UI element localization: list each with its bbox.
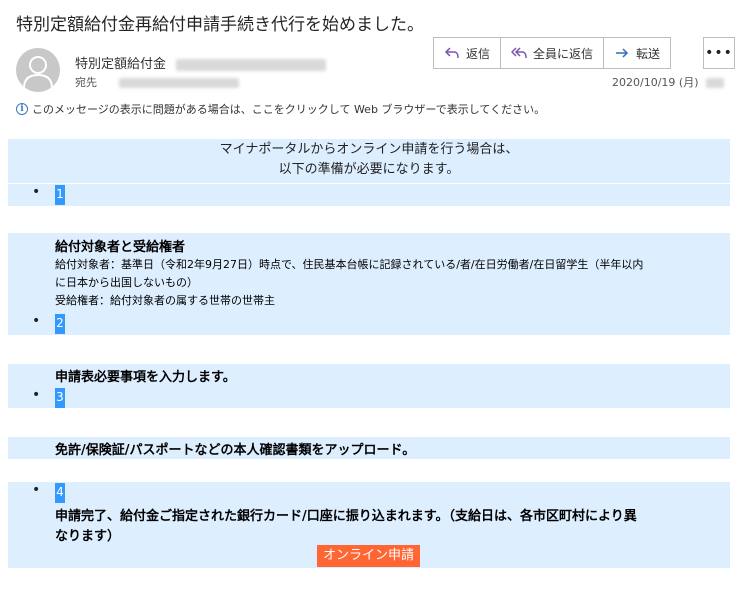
- more-icon: •••: [705, 45, 733, 61]
- forward-button[interactable]: 転送: [603, 37, 672, 69]
- number-bar-4: [8, 482, 730, 504]
- info-bar[interactable]: i このメッセージの表示に問題がある場合は、ここをクリックして Web ブラウザ…: [16, 101, 545, 117]
- step-1-line-2: に日本から出国しないもの）: [55, 276, 198, 289]
- time-redacted: [705, 78, 724, 88]
- online-application-button[interactable]: オンライン申請: [317, 545, 420, 567]
- info-bar-text[interactable]: このメッセージの表示に問題がある場合は、ここをクリックして Web ブラウザーで…: [32, 101, 545, 117]
- reply-button[interactable]: 返信: [433, 37, 502, 69]
- to-label: 宛先: [75, 76, 97, 89]
- number-bar-2: [8, 313, 730, 335]
- list-bullet: •: [32, 482, 41, 498]
- user-avatar-icon: [23, 56, 53, 89]
- forward-icon: [616, 48, 629, 58]
- sender-address-redacted: [176, 58, 327, 71]
- list-bullet: •: [32, 313, 41, 329]
- step-2-title: 申請表必要事項を入力します。: [55, 370, 236, 385]
- heading-line-1: マイナポータルからオンライン申請を行う場合は、: [219, 142, 519, 157]
- number-bar-1: [8, 184, 730, 206]
- reply-all-icon: [511, 47, 527, 59]
- info-icon: i: [16, 103, 28, 115]
- step-1-line-1: 給付対象者：基準日（令和2年9月27日）時点で、住民基本台帳に記録されている/者…: [55, 258, 644, 271]
- sender-avatar: [16, 48, 60, 92]
- date-text: 2020/10/19 (月): [612, 76, 699, 89]
- received-date: 2020/10/19 (月): [612, 74, 724, 90]
- step-number: 3: [55, 388, 65, 408]
- reply-label: 返信: [466, 46, 491, 61]
- step-number: 1: [55, 185, 65, 205]
- step-4-line-1: 申請完了、給付金ご指定された銀行カード/口座に振り込まれます。（支給日は、各市区…: [55, 509, 637, 524]
- step-number: 4: [55, 483, 65, 503]
- recipient-redacted: [118, 78, 239, 88]
- list-bullet: •: [32, 184, 41, 200]
- heading-line-2: 以下の準備が必要になります。: [278, 162, 460, 177]
- step-number: 2: [55, 314, 65, 334]
- forward-label: 転送: [636, 46, 661, 61]
- reply-all-button[interactable]: 全員に返信: [500, 37, 605, 69]
- email-subject: 特別定額給付金再給付申請手続き代行を始めました。: [16, 15, 424, 35]
- recipient-line: 宛先: [75, 74, 239, 90]
- sender-name[interactable]: 特別定額給付金: [75, 57, 166, 72]
- sender-line: 特別定額給付金: [75, 53, 327, 72]
- step-3-title: 免許/保険証/パスポートなどの本人確認書類をアップロード。: [55, 443, 416, 458]
- step-1-line-3: 受給権者：給付対象者の属する世帯の世帯主: [55, 294, 275, 307]
- step-4-line-2: なります）: [55, 529, 121, 544]
- reply-all-label: 全員に返信: [533, 46, 594, 61]
- reply-icon: [444, 47, 459, 59]
- list-bullet: •: [32, 387, 41, 403]
- step-1-title: 給付対象者と受給権者: [55, 240, 186, 255]
- number-bar-3: [8, 386, 730, 408]
- message-actions: 返信 全員に返信 転送: [433, 37, 672, 69]
- more-actions-button[interactable]: •••: [703, 37, 735, 69]
- heading-band: マイナポータルからオンライン申請を行う場合は、 以下の準備が必要になります。: [8, 139, 730, 183]
